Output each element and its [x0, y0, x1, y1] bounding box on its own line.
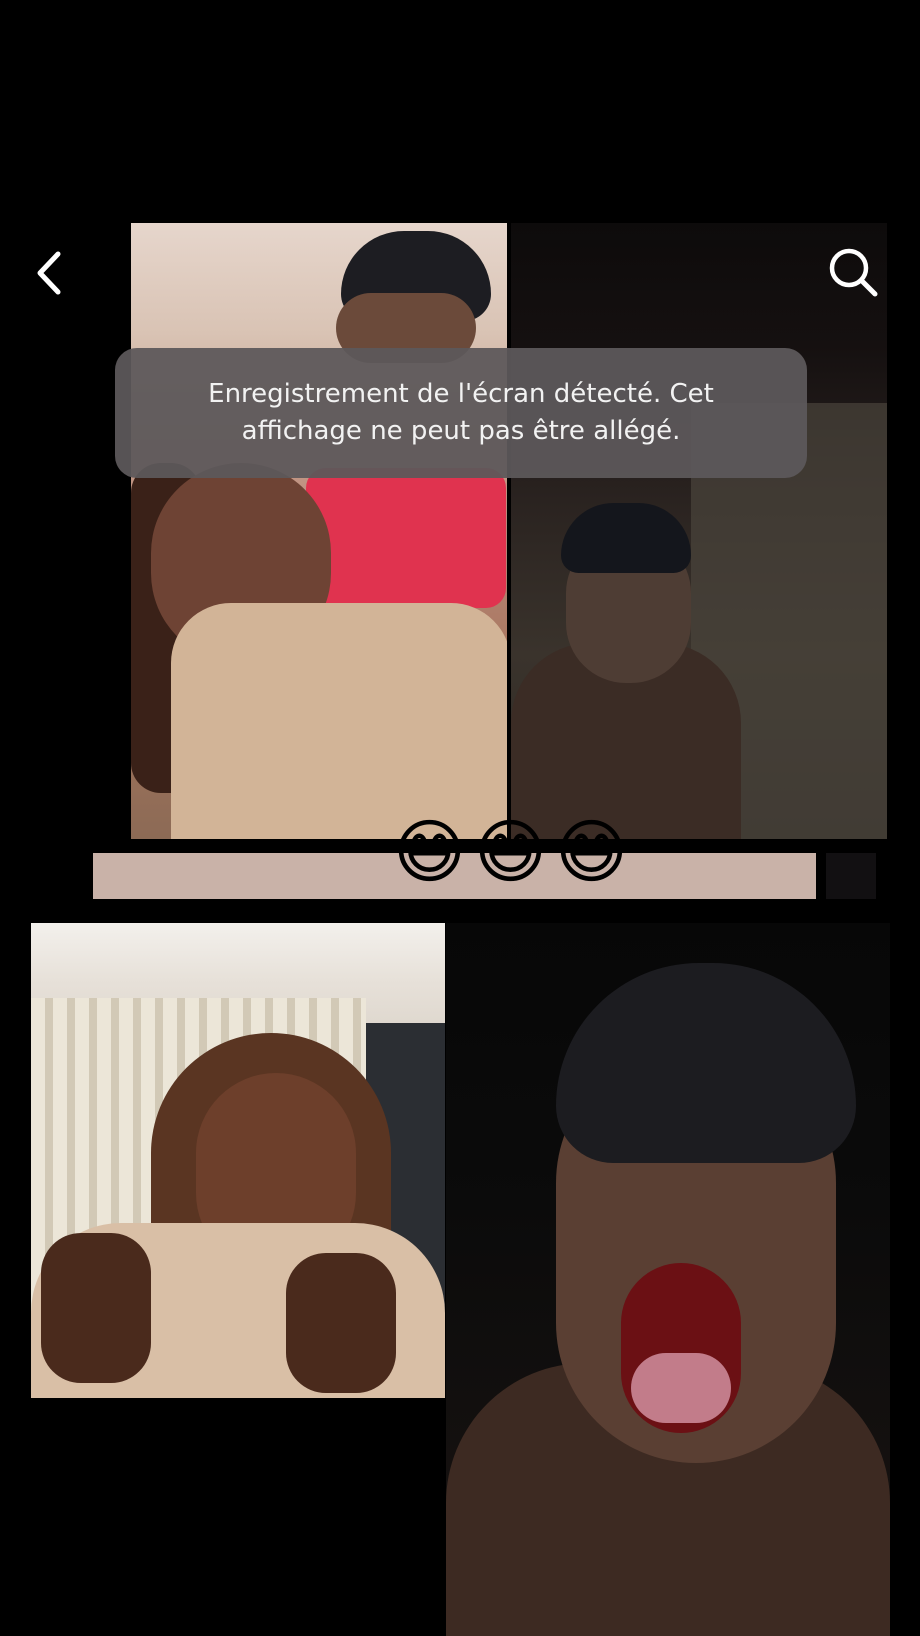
video-tile-bottom-left: [31, 923, 445, 1398]
video-tile-top-right: [511, 223, 887, 839]
hand-shape: [286, 1253, 396, 1393]
red-shirt-shape: [306, 468, 506, 608]
hair-shape: [556, 963, 856, 1163]
hair-shape: [561, 503, 691, 573]
hand-shape: [41, 1233, 151, 1383]
screen-recording-toast: Enregistrement de l'écran détecté. Cet a…: [115, 348, 807, 478]
video-tile-top-left: [131, 223, 507, 839]
search-icon[interactable]: [825, 244, 881, 300]
tongue-shape: [631, 1353, 731, 1423]
grinning-sweat-emoji: 😅: [554, 811, 628, 893]
emoji-row: 😅 😅 😅: [393, 812, 628, 892]
pajama-shape: [171, 603, 507, 839]
bar-end-block: [826, 853, 876, 899]
grinning-sweat-emoji: 😅: [473, 811, 547, 893]
chevron-left-icon[interactable]: [30, 248, 70, 298]
video-tile-bottom-right: [446, 923, 890, 1636]
grinning-sweat-emoji: 😅: [393, 811, 466, 893]
toast-message: Enregistrement de l'écran détecté. Cet a…: [208, 379, 714, 446]
